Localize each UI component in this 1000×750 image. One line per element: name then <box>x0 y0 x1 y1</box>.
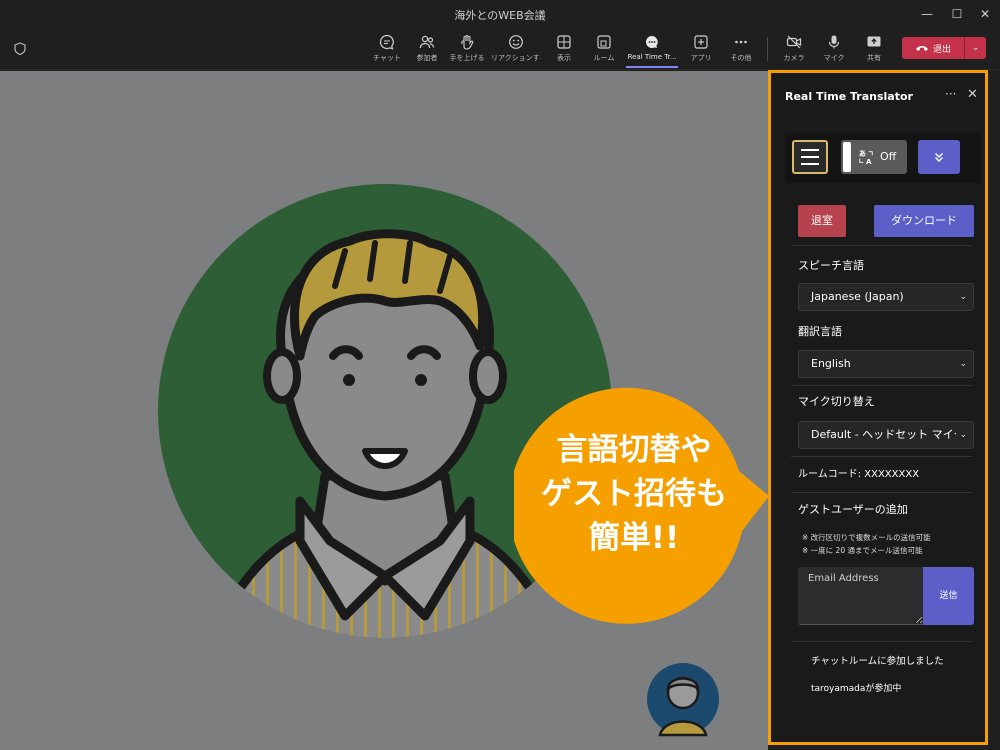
raise-hand-icon <box>461 34 474 50</box>
toolbar-raise-hand-label: 手を上げる <box>449 54 485 62</box>
callout-line: ゲスト招待も <box>541 476 727 512</box>
hamburger-icon <box>801 163 819 165</box>
translator-controls: あ A Off <box>785 133 981 183</box>
mic-icon <box>828 35 840 49</box>
translation-language-value: English <box>811 357 851 370</box>
maximize-button[interactable]: ☐ <box>946 3 968 25</box>
email-input[interactable] <box>798 567 923 625</box>
collapse-button[interactable] <box>918 140 960 174</box>
share-icon <box>867 36 881 47</box>
toolbar-real-time-translator-label: Real Time Tr... <box>627 53 677 61</box>
guest-note: ※ 一度に 20 通までメール送信可能 <box>802 546 923 555</box>
speech-language-select[interactable]: Japanese (Japan) ⌄ <box>798 283 974 311</box>
camera-off-icon <box>786 35 802 49</box>
callout-text: 言語切替や ゲスト招待も 簡単!! <box>514 428 754 560</box>
toolbar-share[interactable]: 共有 <box>850 34 898 63</box>
exit-room-button[interactable]: 退室 <box>798 205 846 237</box>
meeting-toolbar: チャット 参加者 手を上げる リアクションする 表示 ルーム Real Time… <box>0 28 1000 70</box>
reaction-icon <box>509 35 523 49</box>
leave-button[interactable]: 退出 <box>902 37 964 59</box>
toolbar-reaction[interactable]: リアクションする <box>491 34 541 63</box>
window-title: 海外とのWEB会議 <box>454 9 546 22</box>
chevron-down-icon: ⌄ <box>971 43 980 53</box>
shield-icon[interactable] <box>14 42 26 55</box>
svg-text:A: A <box>866 157 872 166</box>
feature-callout-bubble: 言語切替や ゲスト招待も 簡単!! <box>514 386 774 646</box>
more-icon <box>735 40 747 44</box>
panel-close-button[interactable]: ✕ <box>967 87 978 102</box>
toolbar-more-label: その他 <box>730 54 752 62</box>
translate-icon: あ A <box>859 149 873 166</box>
toolbar-raise-hand[interactable]: 手を上げる <box>443 34 491 63</box>
callout-line: 簡単!! <box>588 520 680 556</box>
toolbar-room-label: ルーム <box>593 54 615 62</box>
toolbar-more[interactable]: その他 <box>717 34 765 63</box>
callout-line: 言語切替や <box>556 432 712 468</box>
toolbar-real-time-translator[interactable]: Real Time Tr... <box>626 34 678 68</box>
guest-add-title: ゲストユーザーの追加 <box>798 503 908 516</box>
chat-message: チャットルームに参加しました <box>811 656 944 667</box>
toolbar-share-label: 共有 <box>867 54 881 62</box>
room-icon <box>597 35 611 49</box>
people-icon <box>419 35 435 49</box>
translation-language-select[interactable]: English ⌄ <box>798 350 974 378</box>
app-icon <box>646 36 658 49</box>
send-button[interactable]: 送信 <box>923 567 974 625</box>
chevron-down-icon: ⌄ <box>956 284 967 310</box>
divider <box>791 385 973 386</box>
speech-language-label: スピーチ言語 <box>798 259 864 272</box>
translation-toggle[interactable]: あ A Off <box>841 140 907 174</box>
toolbar-separator <box>767 37 768 61</box>
hamburger-icon <box>801 149 819 151</box>
hamburger-icon <box>801 156 819 158</box>
view-icon <box>557 35 571 49</box>
chat-message: taroyamadaが参加中 <box>811 684 902 694</box>
toolbar-room[interactable]: ルーム <box>580 34 628 63</box>
leave-options-dropdown[interactable]: ⌄ <box>964 37 986 59</box>
close-window-button[interactable]: ✕ <box>974 3 996 25</box>
double-chevron-down-icon <box>935 153 943 162</box>
title-bar: 海外とのWEB会議 — ☐ ✕ <box>0 0 1000 28</box>
divider <box>791 245 973 246</box>
minimize-button[interactable]: — <box>916 3 938 25</box>
guest-note: ※ 改行区切りで複数メールの送信可能 <box>802 533 931 542</box>
mic-select[interactable]: Default - ヘッドセット マイク ⌄ <box>798 421 974 449</box>
apps-add-icon <box>694 35 708 49</box>
chat-icon <box>379 34 394 50</box>
panel-title: Real Time Translator <box>785 90 913 103</box>
panel-header: Real Time Translator ··· ✕ <box>771 73 985 117</box>
translation-language-label: 翻訳言語 <box>798 325 842 338</box>
menu-button[interactable] <box>792 140 828 174</box>
divider <box>791 492 973 493</box>
svg-text:あ: あ <box>859 149 866 158</box>
toggle-state: Off <box>880 150 897 163</box>
divider <box>791 456 973 457</box>
speech-language-value: Japanese (Japan) <box>811 290 904 303</box>
translator-side-panel: Real Time Translator ··· ✕ あ A Off 退室 ダウ… <box>768 70 988 745</box>
toolbar-reaction-label: リアクションする <box>491 54 541 62</box>
download-button[interactable]: ダウンロード <box>874 205 974 237</box>
room-code: ルームコード: XXXXXXXX <box>798 469 920 480</box>
phone-hangup-icon <box>915 46 928 51</box>
chevron-down-icon: ⌄ <box>956 422 967 448</box>
mic-value: Default - ヘッドセット マイク <box>811 428 965 441</box>
chevron-down-icon: ⌄ <box>956 351 967 377</box>
toggle-knob <box>843 142 851 172</box>
leave-button-label: 退出 <box>932 44 951 55</box>
mic-switch-label: マイク切り替え <box>798 395 875 408</box>
meeting-window: 海外とのWEB会議 — ☐ ✕ チャット 参加者 手を上げる リアクションする … <box>0 0 1000 750</box>
divider <box>791 641 973 642</box>
panel-more-button[interactable]: ··· <box>945 87 956 101</box>
